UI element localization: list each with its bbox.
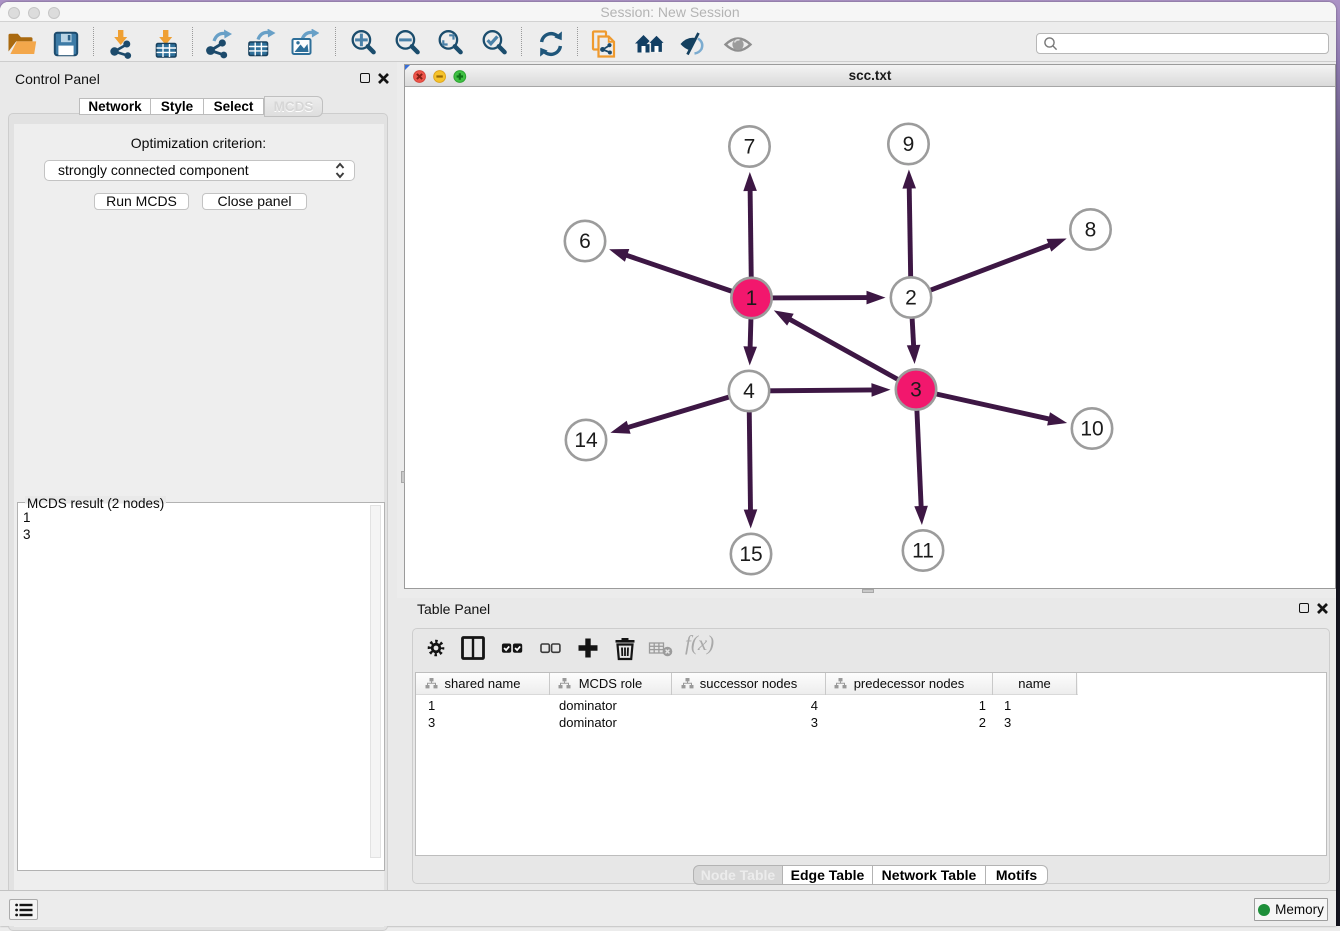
- svg-text:2: 2: [905, 287, 917, 310]
- svg-text:15: 15: [739, 543, 762, 566]
- svg-text:14: 14: [574, 429, 598, 452]
- svg-text:8: 8: [1085, 219, 1097, 242]
- svg-text:4: 4: [743, 380, 755, 403]
- svg-text:3: 3: [910, 379, 922, 402]
- svg-text:11: 11: [912, 540, 934, 563]
- svg-text:9: 9: [903, 133, 915, 156]
- svg-text:7: 7: [744, 136, 756, 159]
- svg-text:1: 1: [746, 287, 758, 310]
- svg-text:6: 6: [579, 230, 591, 253]
- svg-text:10: 10: [1080, 418, 1103, 441]
